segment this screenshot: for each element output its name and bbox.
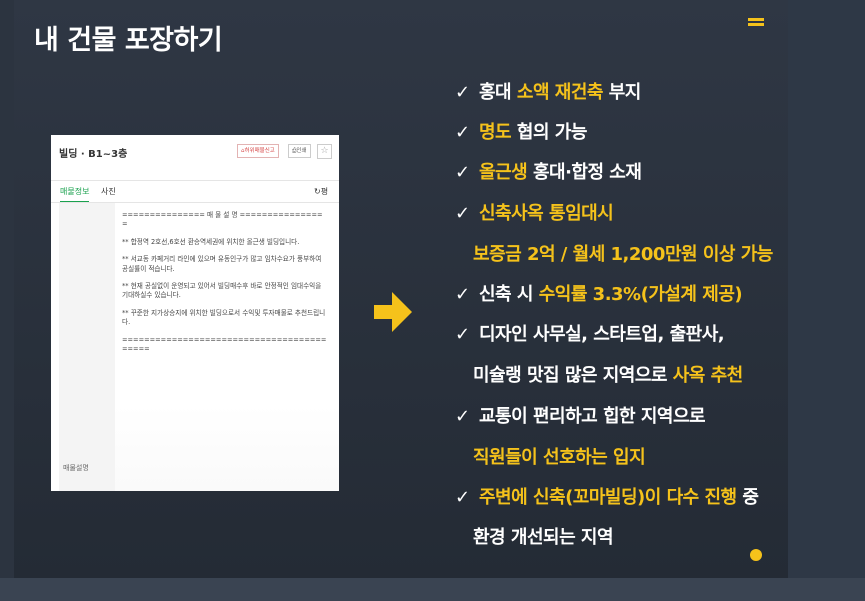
right-edge-panel [788, 0, 865, 578]
divider [51, 180, 339, 181]
listing-card: 빌딩 · B1~3층 ⌂허위매물신고 ⎙인쇄 ☆ 매물정보 사진 ↻평 매물설명… [51, 135, 339, 491]
check-icon: ✓ [455, 162, 470, 183]
report-button[interactable]: ⌂허위매물신고 [237, 144, 279, 158]
list-item-continued: 환경 개선되는 지역 [473, 527, 614, 548]
desc-paragraph: ** 합정역 2호선,6호선 환승역세권에 위치한 올근생 빌딩입니다. [122, 237, 300, 246]
check-icon: ✓ [455, 82, 470, 103]
list-item: ✓ 올근생 홍대·합정 소재 [455, 162, 642, 183]
list-item: ✓ 주변에 신축(꼬마빌딩)이 다수 진행 중 [455, 487, 759, 508]
list-item: ✓ 명도 협의 가능 [455, 122, 587, 143]
desc-paragraph: ** 꾸준한 지가상승지에 위치한 빌딩으로서 수익및 투자매물로 추천드립니다… [122, 308, 326, 327]
refresh-icon: ↻ [314, 187, 321, 196]
list-item-continued: 보증금 2억 / 월세 1,200만원 이상 가능 [473, 244, 773, 265]
check-icon: ✓ [455, 284, 470, 305]
bottom-bar [0, 578, 865, 601]
side-column [59, 203, 115, 491]
list-item-continued: 직원들이 선호하는 입지 [473, 447, 646, 468]
separator-top: =============== 매 물 설 명 =============== [122, 211, 323, 219]
check-icon: ✓ [455, 203, 470, 224]
star-icon[interactable]: ☆ [317, 144, 332, 159]
menu-bars-icon [748, 18, 764, 26]
listing-description: =============== 매 물 설 명 =============== =… [122, 211, 327, 354]
check-icon: ✓ [455, 122, 470, 143]
list-item: ✓ 홍대 소액 재건축 부지 [455, 82, 641, 103]
arrow-right-icon [374, 292, 412, 332]
list-item-continued: 미슐랭 맛집 많은 지역으로 사옥 추천 [473, 365, 743, 386]
listing-heading: 빌딩 · B1~3층 [59, 149, 128, 160]
list-item: ✓ 디자인 사무실, 스타트업, 출판사, [455, 324, 725, 345]
list-item: ✓ 신축 시 수익률 3.3%(가설계 제공) [455, 284, 743, 305]
list-item: ✓ 신축사옥 통임대시 [455, 203, 614, 224]
yellow-dot-icon [750, 549, 762, 561]
desc-paragraph: ** 서교동 카페거리 라인에 있으며 유동인구가 많고 임차수요가 풍부하여 … [122, 255, 322, 273]
side-label: 매물설명 [63, 464, 89, 472]
check-icon: ✓ [455, 487, 470, 508]
fade-overlay [115, 405, 339, 491]
desc-paragraph: ** 현재 공실없이 운영되고 있어서 빌딩매수후 바로 안정적인 임대수익을 … [122, 282, 322, 300]
print-button[interactable]: ⎙인쇄 [288, 144, 311, 158]
tab-photo[interactable]: 사진 [101, 186, 116, 197]
tab-area[interactable]: ↻평 [314, 186, 328, 197]
tab-listing-info[interactable]: 매물정보 [60, 186, 90, 203]
check-icon: ✓ [455, 406, 470, 427]
check-icon: ✓ [455, 324, 470, 345]
page-title: 내 건물 포장하기 [34, 25, 223, 56]
separator-bottom: ===================================== [122, 335, 327, 344]
list-item: ✓ 교통이 편리하고 힙한 지역으로 [455, 406, 706, 427]
